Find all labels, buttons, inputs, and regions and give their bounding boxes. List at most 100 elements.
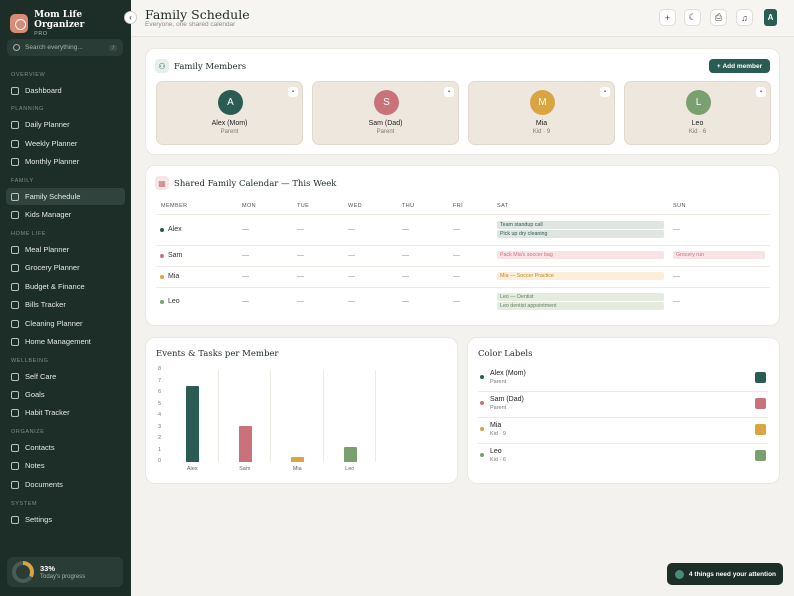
sidebar-item-goals[interactable]: Goals <box>6 386 125 403</box>
delete-icon[interactable]: ▪ <box>288 87 298 97</box>
avatar[interactable]: A <box>764 9 777 26</box>
empty-cell[interactable]: — <box>242 226 249 233</box>
sidebar-item-bills-tracker[interactable]: Bills Tracker <box>6 296 125 313</box>
sidebar-item-label: Meal Planner <box>25 245 70 254</box>
empty-cell[interactable]: — <box>673 226 680 233</box>
sidebar-item-family-schedule[interactable]: Family Schedule <box>6 188 125 205</box>
sidebar-item-cleaning-planner[interactable]: Cleaning Planner <box>6 315 125 332</box>
attention-toast[interactable]: 4 things need your attention <box>667 563 783 585</box>
event-chip[interactable]: Grocery run <box>673 251 765 259</box>
sidebar-item-documents[interactable]: Documents <box>6 476 125 493</box>
sidebar-item-label: Habit Tracker <box>25 408 70 417</box>
sidebar-item-dashboard[interactable]: Dashboard <box>6 82 125 99</box>
sidebar-item-settings[interactable]: Settings <box>6 511 125 528</box>
color-swatch[interactable] <box>755 372 766 383</box>
empty-cell[interactable]: — <box>453 273 460 280</box>
event-chip[interactable]: Pack Mia's soccer bag <box>497 251 664 259</box>
member-card[interactable]: L Leo Kid · 6 ▪ <box>624 81 771 145</box>
empty-cell[interactable]: — <box>348 298 355 305</box>
empty-cell[interactable]: — <box>348 252 355 259</box>
delete-icon[interactable]: ▪ <box>756 87 766 97</box>
sidebar-item-label: Cleaning Planner <box>25 319 83 328</box>
avatar: S <box>374 90 399 115</box>
add-icon[interactable]: + <box>659 9 676 26</box>
bar-sam[interactable] <box>238 426 252 462</box>
empty-cell[interactable]: — <box>402 298 409 305</box>
search-input[interactable]: Search everything... / <box>7 39 123 56</box>
print-icon[interactable]: ⎙ <box>710 9 727 26</box>
brand[interactable]: Mom Life Organizer PRO <box>10 10 131 37</box>
empty-cell[interactable]: — <box>673 298 680 305</box>
column-header: SAT <box>497 203 509 209</box>
bar-mia[interactable] <box>291 457 305 462</box>
empty-cell[interactable]: — <box>348 226 355 233</box>
empty-cell[interactable]: — <box>453 298 460 305</box>
empty-cell[interactable]: — <box>242 252 249 259</box>
collapse-sidebar-button[interactable]: ‹ <box>124 11 137 24</box>
event-chip[interactable]: Mia — Soccer Practice <box>497 272 664 280</box>
color-swatch[interactable] <box>755 398 766 409</box>
search-shortcut: / <box>109 44 117 51</box>
empty-cell[interactable]: — <box>297 273 304 280</box>
legend-item[interactable]: Mia Kid · 9 <box>478 418 768 444</box>
grid-line <box>270 370 271 462</box>
sidebar-item-self-care[interactable]: Self Care <box>6 368 125 385</box>
member-dot <box>160 300 164 304</box>
empty-cell[interactable]: — <box>242 298 249 305</box>
app-name: Mom Life Organizer <box>34 10 85 30</box>
column-header: SUN <box>673 203 686 209</box>
event-chip[interactable]: Leo — Dentist <box>497 293 664 301</box>
sidebar-item-notes[interactable]: Notes <box>6 457 125 474</box>
empty-cell[interactable]: — <box>348 273 355 280</box>
empty-cell[interactable]: — <box>242 273 249 280</box>
y-tick-label: 2 <box>158 435 162 441</box>
sidebar-item-monthly-planner[interactable]: Monthly Planner <box>6 153 125 170</box>
legend-item[interactable]: Leo Kid · 6 <box>478 444 768 470</box>
x-tick-label: Alex <box>186 466 198 472</box>
legend-item[interactable]: Sam (Dad) Parent <box>478 392 768 418</box>
sidebar-item-daily-planner[interactable]: Daily Planner <box>6 116 125 133</box>
sidebar-item-weekly-planner[interactable]: Weekly Planner <box>6 135 125 152</box>
y-tick-label: 4 <box>158 412 162 418</box>
row-member-name: Leo <box>168 298 180 305</box>
member-card[interactable]: M Mia Kid · 9 ▪ <box>468 81 615 145</box>
empty-cell[interactable]: — <box>402 252 409 259</box>
empty-cell[interactable]: — <box>297 298 304 305</box>
sidebar-item-grocery-planner[interactable]: Grocery Planner <box>6 259 125 276</box>
event-chip[interactable]: Leo dentist appointment <box>497 302 664 310</box>
empty-cell[interactable]: — <box>453 252 460 259</box>
empty-cell[interactable]: — <box>297 226 304 233</box>
moon-icon[interactable]: ☾ <box>684 9 701 26</box>
event-chip[interactable]: Team standup call <box>497 221 664 229</box>
bar-leo[interactable] <box>343 447 357 462</box>
sidebar-item-contacts[interactable]: Contacts <box>6 439 125 456</box>
color-swatch[interactable] <box>755 450 766 461</box>
sidebar-item-kids-manager[interactable]: Kids Manager <box>6 206 125 223</box>
member-card[interactable]: S Sam (Dad) Parent ▪ <box>312 81 459 145</box>
delete-icon[interactable]: ▪ <box>600 87 610 97</box>
sidebar-item-budget-finance[interactable]: Budget & Finance <box>6 278 125 295</box>
empty-cell[interactable]: — <box>453 226 460 233</box>
sidebar-item-home-management[interactable]: Home Management <box>6 333 125 350</box>
search-placeholder: Search everything... <box>25 44 83 51</box>
section-planning: PLANNING <box>11 106 44 112</box>
color-swatch[interactable] <box>755 424 766 435</box>
event-chip[interactable]: Pick up dry cleaning <box>497 230 664 238</box>
legend-item[interactable]: Alex (Mom) Parent <box>478 366 768 392</box>
add-member-button[interactable]: + Add member <box>709 59 770 73</box>
empty-cell[interactable]: — <box>402 273 409 280</box>
row-member-name: Sam <box>168 252 183 259</box>
delete-icon[interactable]: ▪ <box>444 87 454 97</box>
bar-alex[interactable] <box>186 386 200 462</box>
empty-cell[interactable]: — <box>673 273 680 280</box>
sidebar-item-meal-planner[interactable]: Meal Planner <box>6 241 125 258</box>
member-name: Sam (Dad) <box>368 120 403 127</box>
empty-cell[interactable]: — <box>402 226 409 233</box>
empty-cell[interactable]: — <box>297 252 304 259</box>
member-card[interactable]: A Alex (Mom) Parent ▪ <box>156 81 303 145</box>
x-tick-label: Sam <box>239 466 251 472</box>
sidebar-item-habit-tracker[interactable]: Habit Tracker <box>6 404 125 421</box>
bell-icon[interactable]: ♫ <box>736 9 753 26</box>
receipt-icon <box>11 300 19 309</box>
avatar: M <box>530 90 555 115</box>
